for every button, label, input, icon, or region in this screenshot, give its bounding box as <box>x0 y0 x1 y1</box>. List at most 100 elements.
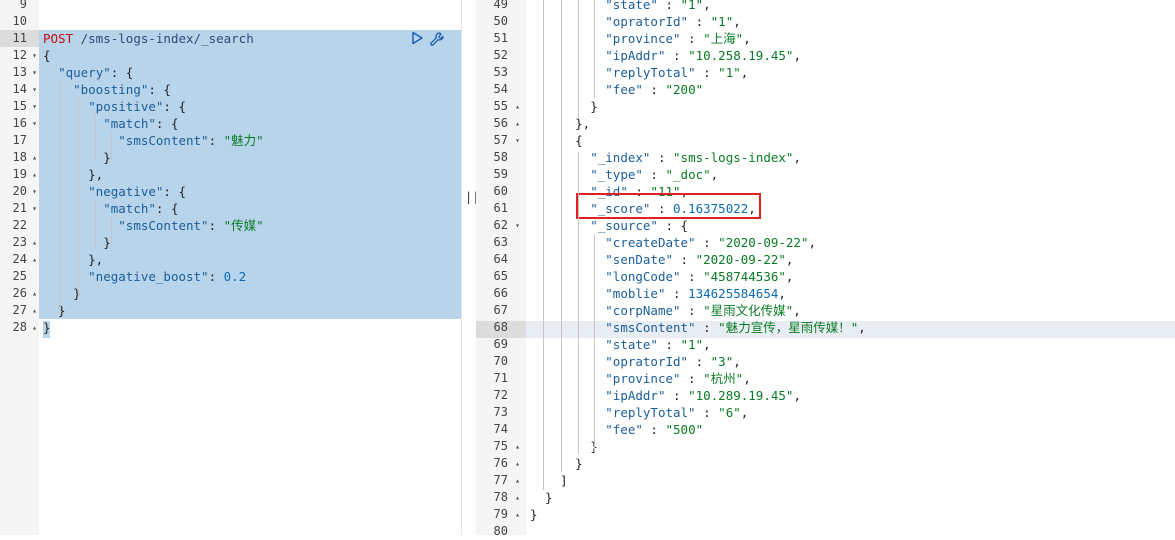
fold-close-icon[interactable]: ▴ <box>32 149 37 166</box>
fold-open-icon[interactable]: ▾ <box>32 183 37 200</box>
code-line: } <box>530 490 553 505</box>
fold-close-icon[interactable]: ▴ <box>32 234 37 251</box>
fold-open-icon[interactable]: ▾ <box>32 81 37 98</box>
code-line: "corpName" : "星雨文化传媒", <box>605 303 801 318</box>
fold-open-icon[interactable]: ▾ <box>32 64 37 81</box>
code-line: ] <box>530 473 568 488</box>
wrench-icon[interactable] <box>429 31 445 47</box>
code-line: }, <box>43 167 104 182</box>
response-line-numbers: 49 50 51 52 53 54 55 ▴ 56 ▴ 57 ▾ 58 59 60 61 62 ▾ 63 64 65 66… <box>476 0 526 538</box>
line-number: 69 <box>493 337 508 351</box>
code-line: } <box>43 286 81 301</box>
line-number: 15 <box>12 99 27 113</box>
fold-close-icon[interactable]: ▴ <box>32 285 37 302</box>
indent-guide <box>594 0 595 98</box>
line-number: 77 <box>493 473 508 487</box>
fold-open-icon[interactable]: ▾ <box>32 115 37 132</box>
indent-guide <box>78 98 79 296</box>
code-line: "ipAddr" : "10.258.19.45", <box>605 48 801 63</box>
indent-guide <box>561 0 562 472</box>
fold-close-icon[interactable]: ▴ <box>32 251 37 268</box>
line-number: 74 <box>493 422 508 436</box>
indent-guide <box>111 217 112 243</box>
line-number: 26 <box>12 286 27 300</box>
code-line: "match": { <box>103 201 179 216</box>
fold-open-icon[interactable]: ▾ <box>32 200 37 217</box>
fold-close-icon[interactable]: ▴ <box>32 166 37 183</box>
code-line: "opratorId" : "3", <box>605 354 741 369</box>
response-viewer[interactable]: "state" : "1", "opratorId" : "1", "provi… <box>526 0 1175 535</box>
line-number: 13 <box>12 65 27 79</box>
code-line: "fee" : "200" <box>605 82 704 97</box>
line-number: 54 <box>493 82 508 96</box>
line-number: 16 <box>12 116 27 130</box>
line-number: 62 <box>493 218 508 232</box>
line-number: 76 <box>493 456 508 470</box>
line-number: 68 <box>493 320 508 334</box>
line-number: 66 <box>493 286 508 300</box>
indent-guide <box>594 234 595 454</box>
fold-open-icon[interactable]: ▾ <box>32 98 37 115</box>
line-number: 58 <box>493 150 508 164</box>
code-line: "negative_boost": 0.2 <box>88 269 247 284</box>
fold-close-icon[interactable]: ▴ <box>515 506 520 523</box>
line-number: 52 <box>493 48 508 62</box>
indent-guide <box>578 0 579 118</box>
line-number: 14 <box>12 82 27 96</box>
code-line: "ipAddr" : "10.289.19.45", <box>605 388 801 403</box>
line-number: 51 <box>493 31 508 45</box>
line-number: 63 <box>493 235 508 249</box>
fold-close-icon[interactable]: ▴ <box>515 98 520 115</box>
code-line: "negative": { <box>88 184 187 199</box>
fold-open-icon[interactable]: ▾ <box>515 132 520 149</box>
fold-close-icon[interactable]: ▴ <box>515 115 520 132</box>
line-number: 25 <box>12 269 27 283</box>
fold-close-icon[interactable]: ▴ <box>515 472 520 489</box>
line-number: 79 <box>493 507 508 521</box>
code-line: } <box>43 235 111 250</box>
fold-close-icon[interactable]: ▴ <box>515 489 520 506</box>
play-icon[interactable] <box>410 31 424 45</box>
line-number: 78 <box>493 490 508 504</box>
line-number: 60 <box>493 184 508 198</box>
code-line: } <box>43 320 51 335</box>
code-line: }, <box>530 116 591 131</box>
code-line: { <box>530 133 583 148</box>
line-number: 55 <box>493 99 508 113</box>
code-line: } <box>530 456 583 471</box>
code-line: } <box>530 439 598 454</box>
fold-open-icon[interactable]: ▾ <box>32 47 37 64</box>
line-number: 28 <box>12 320 27 334</box>
code-line: "moblie" : 134625584654, <box>605 286 786 301</box>
fold-close-icon[interactable]: ▴ <box>515 455 520 472</box>
code-line: "_index" : "sms-logs-index", <box>590 150 801 165</box>
line-number: 9 <box>19 0 27 11</box>
code-line: "_type" : "_doc", <box>590 167 719 182</box>
code-line: "replyTotal" : "6", <box>605 405 749 420</box>
line-number: 18 <box>12 150 27 164</box>
code-line: "boosting": { <box>73 82 171 97</box>
line-number: 71 <box>493 371 508 385</box>
line-number: 57 <box>493 133 508 147</box>
line-number: 67 <box>493 303 508 317</box>
fold-open-icon[interactable]: ▾ <box>515 217 520 234</box>
line-number: 64 <box>493 252 508 266</box>
line-number: 10 <box>12 14 27 28</box>
line-number: 17 <box>12 133 27 147</box>
request-editor[interactable]: POST /sms-logs-index/_search { "query": {… <box>39 0 461 535</box>
fold-close-icon[interactable]: ▴ <box>32 319 37 336</box>
code-line: "state" : "1", <box>605 337 711 352</box>
indent-guide <box>111 132 112 158</box>
line-number: 12 <box>12 48 27 62</box>
code-line: "province" : "杭州", <box>605 371 751 386</box>
fold-close-icon[interactable]: ▴ <box>515 438 520 455</box>
line-number: 24 <box>12 252 27 266</box>
line-number: 70 <box>493 354 508 368</box>
code-line: "fee" : "500" <box>605 422 704 437</box>
code-line: "smsContent" : "魅力宣传，星雨传媒！", <box>605 320 866 335</box>
code-line: "state" : "1", <box>605 0 711 12</box>
line-number: 49 <box>493 0 508 11</box>
fold-close-icon[interactable]: ▴ <box>32 302 37 319</box>
indent-guide <box>60 81 61 315</box>
code-line: "opratorId" : "1", <box>605 14 741 29</box>
